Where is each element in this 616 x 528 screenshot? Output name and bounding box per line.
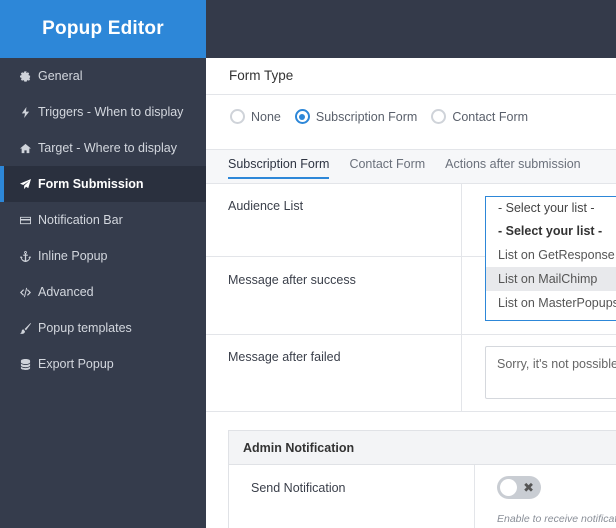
tab-actions-after-submission[interactable]: Actions after submission xyxy=(445,157,580,179)
sidebar-item-inline-popup[interactable]: Inline Popup xyxy=(0,238,206,274)
tabs: Subscription Form Contact Form Actions a… xyxy=(228,157,601,179)
tab-subscription-form[interactable]: Subscription Form xyxy=(228,157,330,179)
sidebar-item-label: Inline Popup xyxy=(38,249,108,263)
divider xyxy=(206,183,616,184)
divider xyxy=(206,334,616,335)
toggle-knob xyxy=(500,479,517,496)
sidebar-item-advanced[interactable]: Advanced xyxy=(0,274,206,310)
admin-notification-title: Admin Notification xyxy=(229,431,616,465)
radio-circle[interactable] xyxy=(230,109,245,124)
radio-circle[interactable] xyxy=(294,109,310,124)
message-success-label: Message after success xyxy=(228,273,356,287)
select-option[interactable]: List on GetResponse xyxy=(486,243,616,267)
select-option-highlighted[interactable]: List on MailChimp xyxy=(486,267,616,291)
column-divider xyxy=(461,184,462,412)
send-notification-toggle[interactable]: ✖ xyxy=(497,476,541,499)
sidebar-item-notification-bar[interactable]: Notification Bar xyxy=(0,202,206,238)
audience-list-label: Audience List xyxy=(228,199,304,213)
radio-label: None xyxy=(251,109,281,124)
column-divider xyxy=(474,465,475,528)
sidebar: General Triggers - When to display Targe… xyxy=(0,58,206,528)
sidebar-item-target[interactable]: Target - Where to display xyxy=(0,130,206,166)
radio-contact-form[interactable]: Contact Form xyxy=(431,109,528,124)
bolt-icon xyxy=(19,106,31,118)
sidebar-item-export-popup[interactable]: Export Popup xyxy=(0,346,206,382)
sidebar-item-label: General xyxy=(38,69,83,83)
message-failed-label: Message after failed xyxy=(228,350,341,364)
paper-plane-icon xyxy=(19,178,31,190)
select-option[interactable]: List on MasterPopups xyxy=(486,291,616,315)
send-notification-label: Send Notification xyxy=(251,481,346,495)
sidebar-item-popup-templates[interactable]: Popup templates xyxy=(0,310,206,346)
radio-label: Contact Form xyxy=(452,109,529,124)
gear-icon xyxy=(19,70,31,82)
sidebar-item-label: Notification Bar xyxy=(38,213,123,227)
sidebar-item-label: Advanced xyxy=(38,285,94,299)
sidebar-item-label: Popup templates xyxy=(38,321,132,335)
sidebar-item-general[interactable]: General xyxy=(0,58,206,94)
sidebar-item-label: Target - Where to display xyxy=(38,141,177,155)
radio-label: Subscription Form xyxy=(315,109,418,124)
divider xyxy=(206,94,616,95)
credit-card-icon xyxy=(19,214,31,226)
database-icon xyxy=(19,358,31,370)
code-icon xyxy=(19,286,31,298)
divider xyxy=(206,149,616,150)
sidebar-item-label: Triggers - When to display xyxy=(38,105,184,119)
send-notification-hint: Enable to receive notificat xyxy=(497,513,616,525)
close-icon: ✖ xyxy=(523,480,534,495)
anchor-icon xyxy=(19,250,31,262)
select-current-value[interactable]: - Select your list - xyxy=(486,197,616,219)
sidebar-item-label: Export Popup xyxy=(38,357,114,371)
message-failed-textarea[interactable]: Sorry, it's not possible xyxy=(485,346,616,399)
radio-none[interactable]: None xyxy=(230,109,281,124)
main-panel: Form Type None Subscription Form Contact… xyxy=(206,58,616,528)
form-type-title: Form Type xyxy=(229,68,294,83)
radio-circle[interactable] xyxy=(431,109,447,124)
form-type-radio-group: None Subscription Form Contact Form xyxy=(230,109,542,124)
app-title: Popup Editor xyxy=(0,0,206,58)
admin-notification-panel: Admin Notification Send Notification ✖ E… xyxy=(228,430,616,528)
select-option[interactable]: - Select your list - xyxy=(486,219,616,243)
home-icon xyxy=(19,142,31,154)
brush-icon xyxy=(19,322,31,334)
tab-contact-form[interactable]: Contact Form xyxy=(349,157,425,179)
radio-subscription-form[interactable]: Subscription Form xyxy=(294,109,418,124)
divider xyxy=(206,411,616,412)
sidebar-item-triggers[interactable]: Triggers - When to display xyxy=(0,94,206,130)
audience-list-select[interactable]: - Select your list - - Select your list … xyxy=(485,196,616,321)
sidebar-item-label: Form Submission xyxy=(38,177,144,191)
sidebar-item-form-submission[interactable]: Form Submission xyxy=(0,166,206,202)
